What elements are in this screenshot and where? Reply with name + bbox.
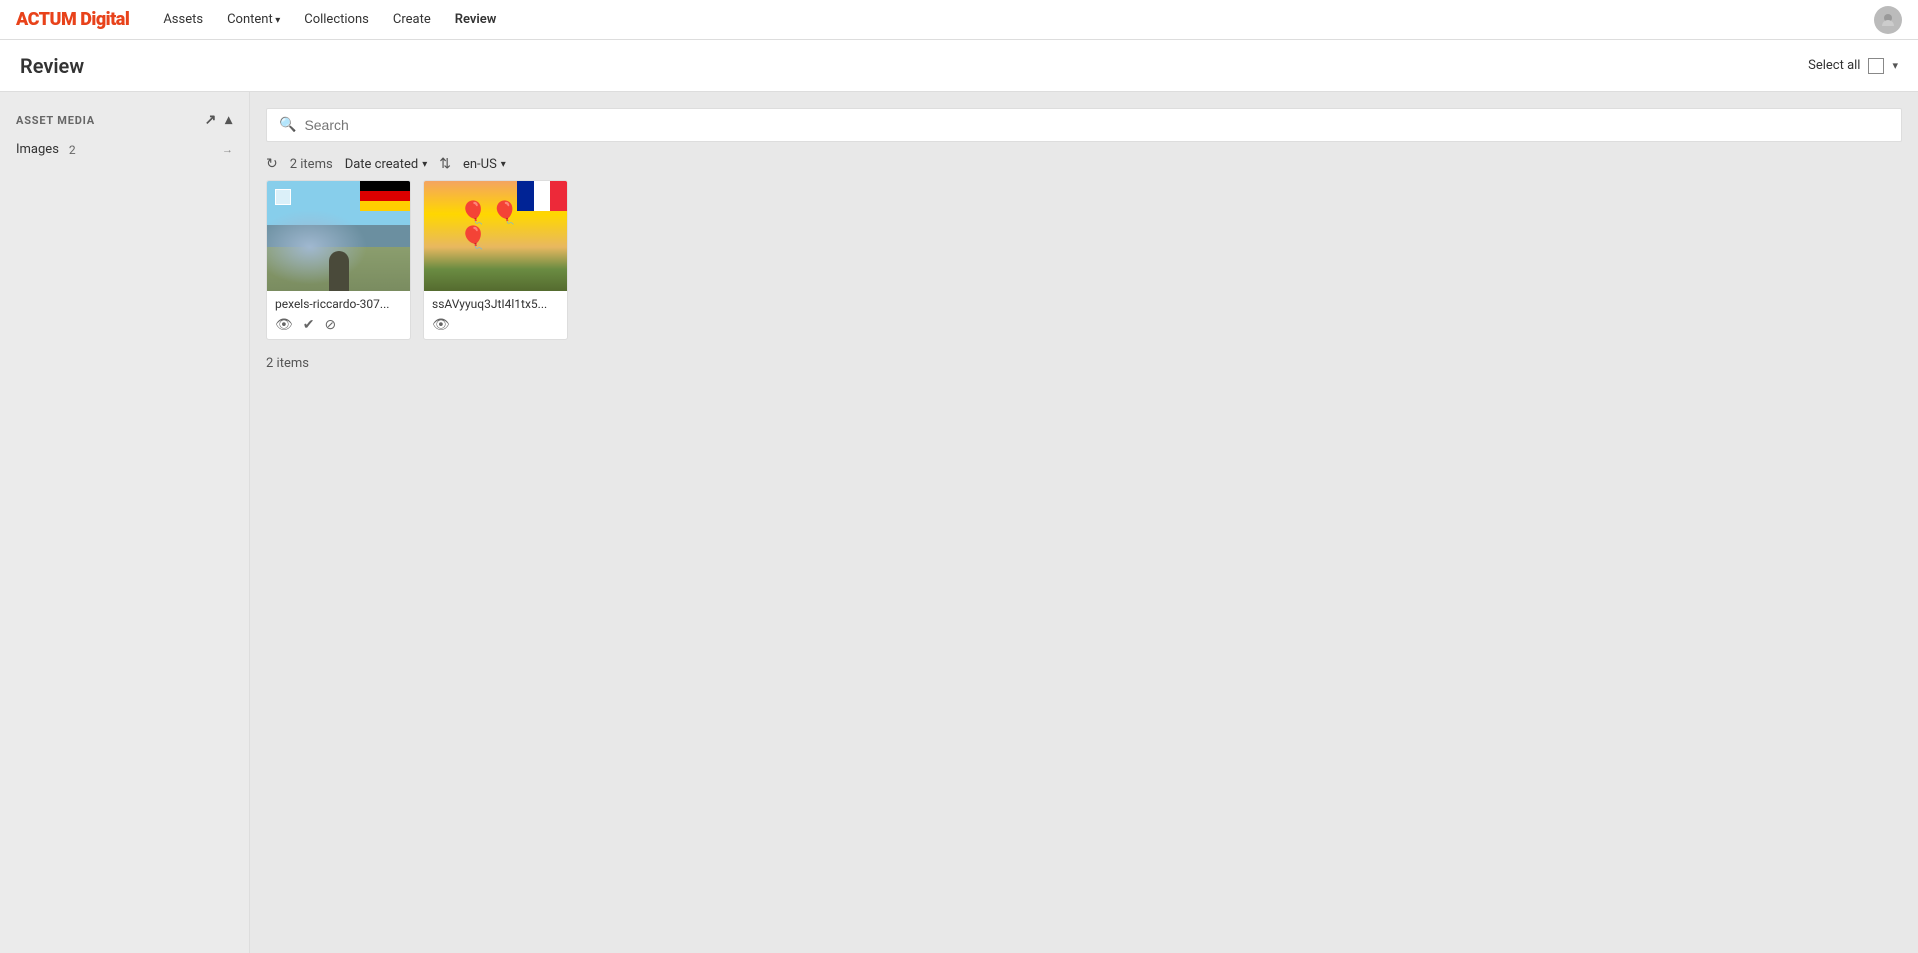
search-icon: 🔍 — [279, 117, 296, 133]
brand-digital: Digital — [76, 9, 129, 30]
flag-fr-blue — [517, 181, 534, 211]
main-layout: ASSET MEDIA ↗ ▴ Images 2 → 🔍 ↻ 2 items D… — [0, 92, 1918, 953]
card-1-checkbox[interactable] — [275, 189, 291, 205]
nav-item-content[interactable]: Content — [217, 8, 290, 31]
flag-de-icon — [360, 181, 410, 211]
total-items-count: 2 items — [266, 356, 1902, 371]
view-icon-1[interactable]: 👁 — [275, 317, 293, 333]
filter-bar: ↻ 2 items Date created ⇅ en-US — [266, 150, 1902, 180]
sidebar-section-label: ASSET MEDIA — [16, 114, 95, 127]
nav-item-review[interactable]: Review — [445, 8, 507, 31]
filter-count: 2 items — [290, 157, 333, 172]
sidebar-item-arrow: → — [222, 143, 233, 156]
card-1-filename: pexels-riccardo-307... — [275, 297, 402, 311]
sidebar-item-count: 2 — [69, 143, 76, 157]
select-all-dropdown[interactable]: ▾ — [1892, 59, 1898, 72]
card-1-actions: 👁 ✔ ⊘ — [275, 317, 402, 333]
top-navigation: ACTUM Digital Assets Content Collections… — [0, 0, 1918, 40]
nav-items: Assets Content Collections Create Review — [153, 8, 506, 31]
image-grid: pexels-riccardo-307... 👁 ✔ ⊘ — [266, 180, 1902, 340]
brand-actum: ACTUM — [16, 9, 76, 30]
search-input[interactable] — [304, 117, 1889, 133]
sort-icon[interactable]: ⇅ — [439, 156, 451, 172]
nav-item-create[interactable]: Create — [383, 8, 441, 31]
flag-de-black — [360, 181, 410, 191]
search-toolbar: 🔍 — [266, 108, 1902, 142]
refresh-icon[interactable]: ↻ — [266, 156, 278, 172]
flag-overlay-2 — [517, 181, 567, 211]
card-1-info: pexels-riccardo-307... 👁 ✔ ⊘ — [267, 291, 410, 339]
sidebar-section-title: ASSET MEDIA ↗ ▴ — [0, 108, 249, 136]
approve-icon-1[interactable]: ✔ — [303, 317, 315, 333]
select-all-area[interactable]: Select all ▾ — [1808, 58, 1898, 74]
page-header: Review Select all ▾ — [0, 40, 1918, 92]
filter-date-dropdown[interactable]: Date created — [345, 157, 428, 172]
card-2-info: ssAVyyuq3JtI4l1tx5... 👁 — [424, 291, 567, 339]
flag-de-red — [360, 191, 410, 201]
content-area: 🔍 ↻ 2 items Date created ⇅ en-US — [250, 92, 1918, 953]
select-all-checkbox[interactable] — [1868, 58, 1884, 74]
user-avatar[interactable] — [1874, 6, 1902, 34]
sidebar: ASSET MEDIA ↗ ▴ Images 2 → — [0, 92, 250, 953]
flag-fr-red — [550, 181, 567, 211]
sidebar-item-images[interactable]: Images 2 → — [0, 136, 249, 163]
card-2-filename: ssAVyyuq3JtI4l1tx5... — [432, 297, 559, 311]
sidebar-icons: ↗ ▴ — [205, 112, 233, 128]
card-2-actions: 👁 — [432, 317, 559, 333]
filter-locale-dropdown[interactable]: en-US — [463, 157, 506, 172]
reject-icon-1[interactable]: ⊘ — [325, 317, 337, 333]
image-card-1: pexels-riccardo-307... 👁 ✔ ⊘ — [266, 180, 411, 340]
sidebar-item-label: Images — [16, 142, 59, 157]
flag-fr-icon — [517, 181, 567, 211]
collapse-icon[interactable]: ▴ — [225, 112, 233, 128]
brand-logo[interactable]: ACTUM Digital — [16, 9, 129, 30]
nav-item-assets[interactable]: Assets — [153, 8, 213, 31]
flag-fr-white — [534, 181, 551, 211]
select-all-label: Select all — [1808, 58, 1860, 73]
flag-de-yellow — [360, 201, 410, 211]
nav-item-collections[interactable]: Collections — [294, 8, 379, 31]
external-link-icon[interactable]: ↗ — [205, 112, 218, 128]
page-title: Review — [20, 54, 84, 78]
flag-overlay-1 — [360, 181, 410, 211]
view-icon-2[interactable]: 👁 — [432, 317, 450, 333]
image-card-2: ssAVyyuq3JtI4l1tx5... 👁 — [423, 180, 568, 340]
